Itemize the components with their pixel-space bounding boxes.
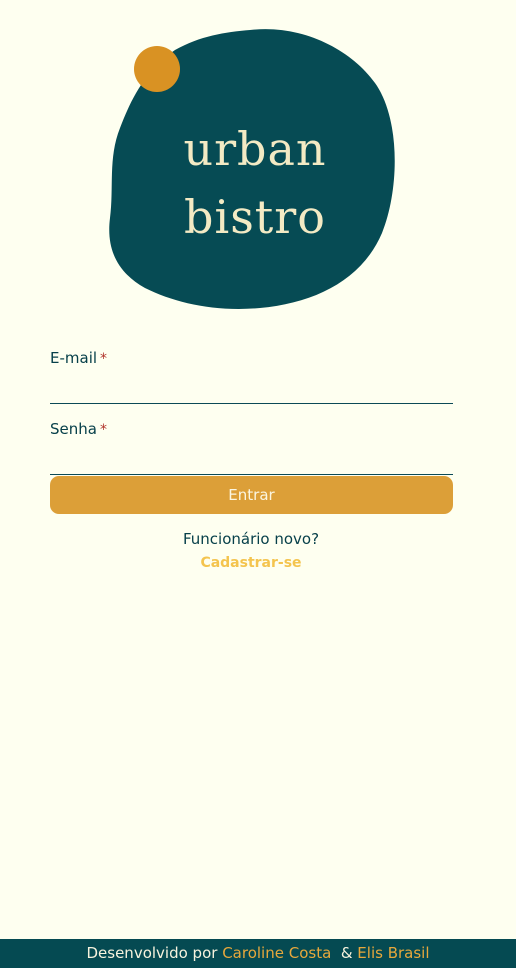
password-field-group: Senha * bbox=[50, 420, 453, 475]
password-label-text: Senha bbox=[50, 420, 97, 438]
footer-author-elis[interactable]: Elis Brasil bbox=[357, 944, 429, 962]
footer-author-caroline[interactable]: Caroline Costa bbox=[222, 944, 331, 962]
password-required-marker: * bbox=[99, 422, 107, 438]
footer-separator: & bbox=[340, 944, 353, 962]
new-employee-prompt: Funcionário novo? bbox=[182, 530, 320, 548]
footer-prefix: Desenvolvido por bbox=[86, 944, 218, 962]
logo-dot-shape bbox=[134, 46, 180, 92]
urban-bistro-logo: urban bistro bbox=[100, 18, 410, 318]
logo-text-urban: urban bbox=[183, 122, 327, 176]
logo-text-bistro: bistro bbox=[184, 190, 326, 244]
email-field-group: E-mail * bbox=[50, 349, 453, 404]
email-label-text: E-mail bbox=[50, 349, 98, 367]
email-input[interactable] bbox=[50, 376, 453, 404]
footer: Desenvolvido por Caroline Costa & Elis B… bbox=[0, 939, 516, 968]
password-input[interactable] bbox=[50, 447, 453, 475]
login-page: urban bistro E-mail * Senha * Entrar Funci… bbox=[0, 0, 516, 968]
email-required-marker: * bbox=[100, 351, 108, 367]
login-form: E-mail * Senha * bbox=[50, 340, 453, 475]
register-link[interactable]: Cadastrar-se bbox=[0, 555, 502, 571]
password-label: Senha * bbox=[50, 420, 453, 439]
email-label: E-mail * bbox=[50, 349, 453, 368]
login-button[interactable]: Entrar bbox=[50, 476, 453, 514]
